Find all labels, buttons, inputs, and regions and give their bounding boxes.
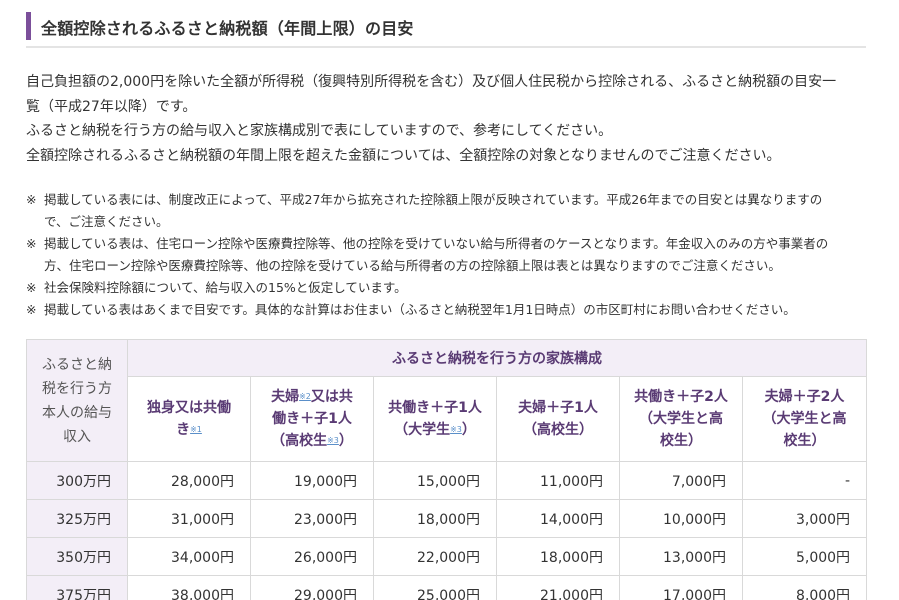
note-item: ※ 掲載している表は、住宅ローン控除や医療費控除等、他の控除を受けていない給与所… (26, 233, 862, 277)
col-header-line: （高校生※3） (257, 430, 367, 452)
income-cell: 350万円 (26, 537, 128, 576)
note-line: 方、住宅ローン控除や医療費控除等、他の控除を受けている給与所得者の方の控除額上限… (44, 258, 781, 273)
col-header-line: 働き＋子1人 (272, 411, 352, 427)
col-header-dual-income-1-child: 共働き＋子1人 （大学生※3） (373, 376, 497, 462)
col-header-line: （大学生と高 (762, 411, 847, 427)
note-item: ※ 掲載している表には、制度改正によって、平成27年から拡充された控除額上限が反… (26, 189, 862, 233)
table-row: 350万円 34,000円 26,000円 22,000円 18,000円 13… (26, 537, 868, 576)
col-header-line: 校生） (783, 433, 826, 449)
intro-text: 自己負担額の2,000円を除いた全額が所得税（復興特別所得税を含む）及び個人住民… (26, 70, 866, 168)
page-title: 全額控除されるふるさと納税額（年間上限）の目安 (41, 19, 414, 38)
limit-cell: 14,000円 (496, 499, 620, 538)
col-header-line: （高校生） (523, 422, 593, 438)
limit-cell: 17,000円 (619, 575, 743, 600)
limit-cell: 3,000円 (741, 499, 868, 538)
col-header-dual-income-2-children: 共働き＋子2人 （大学生と高 校生） (619, 376, 743, 462)
limit-cell: 22,000円 (373, 537, 497, 576)
note-line: で、ご注意ください。 (44, 214, 169, 229)
income-cell: 325万円 (26, 499, 128, 538)
limit-cell: 10,000円 (619, 499, 743, 538)
col-header-couple-1-child: 夫婦＋子1人 （高校生） (496, 376, 620, 462)
limit-cell: - (741, 461, 868, 500)
limit-cell: 26,000円 (250, 537, 374, 576)
col-header-text: ） (461, 422, 476, 438)
limit-cell: 25,000円 (373, 575, 497, 600)
col-header-line: （大学生と高 (639, 411, 723, 427)
col-header-couple-2-children: 夫婦＋子2人 （大学生と高 校生） (741, 376, 868, 462)
page: 全額控除されるふるさと納税額（年間上限）の目安 自己負担額の2,000円を除いた… (0, 0, 899, 600)
note-mark: ※ (26, 192, 37, 207)
heading-accent-bar (26, 12, 31, 40)
limit-cell: 28,000円 (127, 461, 251, 500)
row-header-cell: ふるさと納 税を行う方 本人の給与 収入 (26, 339, 128, 462)
limit-cell: 18,000円 (496, 537, 620, 576)
limit-table-wrapper: ふるさと納 税を行う方 本人の給与 収入 ふるさと納税を行う方の家族構成 独身又… (26, 339, 868, 600)
col-header-line: （大学生※3） (380, 419, 490, 441)
note-mark: ※ (26, 280, 37, 295)
col-header-text: （高校生 (271, 433, 328, 449)
footnote-link[interactable]: ※2 (299, 392, 311, 401)
col-header-line: 共働き＋子1人 (388, 400, 482, 416)
note-line: 社会保険料控除額について、給与収入の15%と仮定しています。 (44, 280, 407, 295)
notes-list: ※ 掲載している表には、制度改正によって、平成27年から拡充された控除額上限が反… (26, 189, 862, 321)
col-header-text: ） (338, 433, 353, 449)
limit-cell: 8,000円 (741, 575, 868, 600)
note-line: 掲載している表は、住宅ローン控除や医療費控除等、他の控除を受けていない給与所得者… (44, 236, 829, 251)
limit-cell: 15,000円 (373, 461, 497, 500)
row-header-line: 税を行う方 (42, 380, 112, 397)
note-mark: ※ (26, 302, 37, 317)
row-header-line: ふるさと納 (42, 356, 112, 373)
limit-cell: 11,000円 (496, 461, 620, 500)
limit-cell: 5,000円 (741, 537, 868, 576)
group-header: ふるさと納税を行う方の家族構成 (126, 339, 868, 377)
limit-cell: 31,000円 (127, 499, 251, 538)
col-header-line: き※1 (134, 419, 244, 441)
footnote-link[interactable]: ※3 (327, 436, 339, 445)
limit-cell: 23,000円 (250, 499, 374, 538)
col-header-line: 夫婦＋子2人 (764, 389, 845, 405)
limit-cell: 13,000円 (619, 537, 743, 576)
row-header-line: 本人の給与 (42, 404, 112, 421)
table-row: 375万円 38,000円 29,000円 25,000円 21,000円 17… (26, 575, 868, 600)
col-header-text: き (176, 422, 191, 438)
limit-cell: 29,000円 (250, 575, 374, 600)
footnote-link[interactable]: ※1 (190, 425, 202, 434)
row-header-line: 収入 (63, 428, 91, 445)
intro-line: 覧（平成27年以降）です。 (26, 98, 197, 115)
footnote-link[interactable]: ※3 (450, 425, 462, 434)
limit-cell: 7,000円 (619, 461, 743, 500)
income-cell: 375万円 (26, 575, 128, 600)
note-item: ※ 掲載している表はあくまで目安です。具体的な計算はお住まい（ふるさと納税翌年1… (26, 299, 862, 321)
limit-table: ふるさと納 税を行う方 本人の給与 収入 ふるさと納税を行う方の家族構成 独身又… (26, 339, 868, 600)
limit-cell: 21,000円 (496, 575, 620, 600)
col-header-line: 校生） (660, 433, 702, 449)
note-item: ※ 社会保険料控除額について、給与収入の15%と仮定しています。 (26, 277, 862, 299)
intro-line: 自己負担額の2,000円を除いた全額が所得税（復興特別所得税を含む）及び個人住民… (26, 74, 837, 90)
note-mark: ※ (26, 236, 37, 251)
income-cell: 300万円 (26, 461, 128, 500)
col-header-line: 夫婦※2又は共 (257, 386, 367, 408)
col-header-line: 独身又は共働 (147, 400, 231, 416)
col-header-couple: 夫婦※2又は共 働き＋子1人 （高校生※3） (250, 376, 374, 462)
note-line: 掲載している表はあくまで目安です。具体的な計算はお住まい（ふるさと納税翌年1月1… (44, 302, 796, 317)
col-header-single: 独身又は共働 き※1 (127, 376, 251, 462)
intro-line: 全額控除されるふるさと納税額の年間上限を超えた金額については、全額控除の対象とな… (26, 147, 781, 164)
note-line: 掲載している表には、制度改正によって、平成27年から拡充された控除額上限が反映さ… (44, 192, 823, 207)
limit-cell: 19,000円 (250, 461, 374, 500)
section-heading: 全額控除されるふるさと納税額（年間上限）の目安 (26, 10, 866, 48)
table-row: 300万円 28,000円 19,000円 15,000円 11,000円 7,… (26, 461, 868, 500)
limit-cell: 18,000円 (373, 499, 497, 538)
col-header-text: 夫婦 (271, 389, 300, 405)
col-header-line: 夫婦＋子1人 (518, 400, 598, 416)
col-header-text: 又は共 (310, 389, 353, 405)
limit-cell: 38,000円 (127, 575, 251, 600)
table-row: 325万円 31,000円 23,000円 18,000円 14,000円 10… (26, 499, 868, 538)
intro-line: ふるさと納税を行う方の給与収入と家族構成別で表にしていますので、参考にしてくださ… (26, 123, 613, 139)
col-header-text: （大学生 (394, 422, 451, 438)
col-header-line: 共働き＋子2人 (634, 389, 728, 405)
limit-cell: 34,000円 (127, 537, 251, 576)
